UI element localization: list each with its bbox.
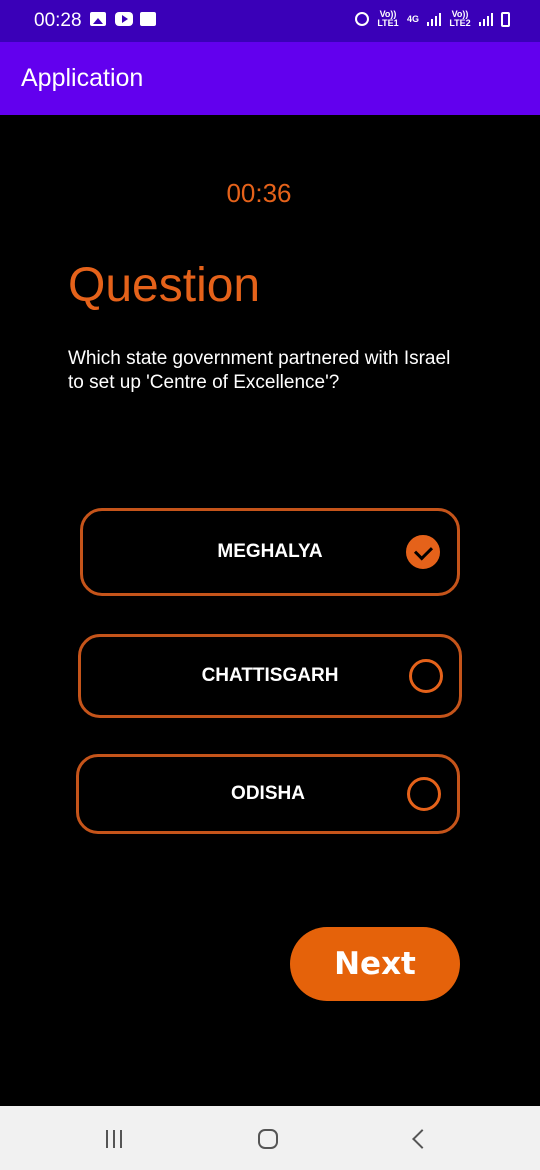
status-right-group: Vo)) LTE1 4G Vo)) LTE2 bbox=[354, 9, 510, 28]
back-icon[interactable] bbox=[412, 1129, 432, 1149]
network-type-label: 4G bbox=[406, 13, 419, 24]
option-meghalaya[interactable]: MEGHALYA bbox=[80, 508, 460, 596]
image-icon bbox=[90, 12, 106, 26]
question-text: Which state government partnered with Is… bbox=[68, 348, 451, 393]
wifi-icon bbox=[140, 12, 156, 26]
option-chattisgarh[interactable]: CHATTISGARH bbox=[78, 634, 462, 718]
quiz-timer: 00:36 bbox=[226, 178, 292, 208]
youtube-icon bbox=[115, 12, 133, 26]
app-bar: Application bbox=[0, 42, 540, 115]
option-odisha[interactable]: ODISHA bbox=[76, 754, 460, 834]
next-button[interactable]: Next bbox=[290, 927, 460, 1001]
recents-icon[interactable] bbox=[106, 1130, 122, 1148]
radio-unchecked-icon[interactable] bbox=[409, 659, 443, 693]
network-2-label: Vo)) LTE2 bbox=[449, 9, 471, 28]
system-nav-bar bbox=[0, 1106, 540, 1170]
question-heading: Question bbox=[68, 259, 261, 312]
alarm-icon bbox=[354, 12, 369, 26]
option-label: CHATTISGARH bbox=[201, 665, 339, 686]
radio-unchecked-icon[interactable] bbox=[407, 777, 441, 811]
radio-checked-icon[interactable] bbox=[406, 535, 440, 569]
signal-icon bbox=[427, 12, 441, 26]
signal-2-icon bbox=[479, 12, 493, 26]
app-title: Application bbox=[21, 64, 144, 92]
network-1-label: Vo)) LTE1 bbox=[377, 9, 399, 28]
status-time: 00:28 bbox=[34, 10, 82, 31]
home-icon[interactable] bbox=[258, 1129, 278, 1149]
option-label: ODISHA bbox=[231, 783, 305, 804]
option-label: MEGHALYA bbox=[217, 541, 323, 562]
battery-icon bbox=[501, 11, 510, 27]
status-bar: 00:28 Vo)) LTE1 4G Vo)) LTE2 bbox=[0, 0, 540, 42]
